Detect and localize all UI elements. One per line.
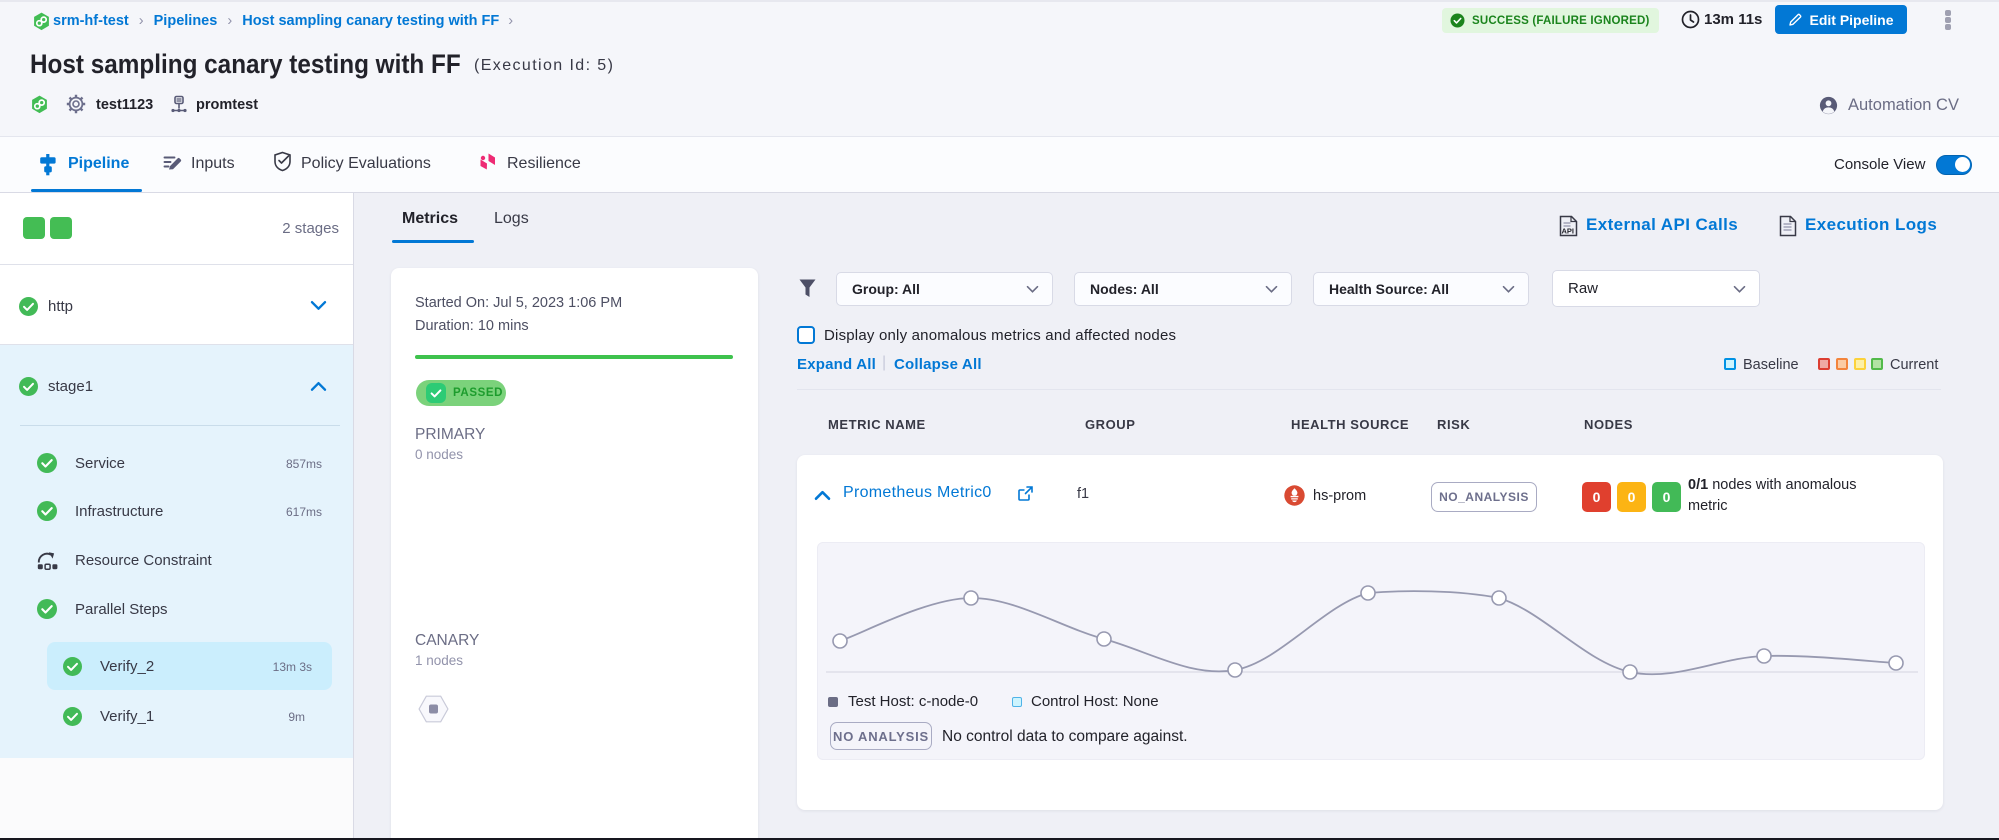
svg-text:API: API	[1562, 227, 1575, 236]
